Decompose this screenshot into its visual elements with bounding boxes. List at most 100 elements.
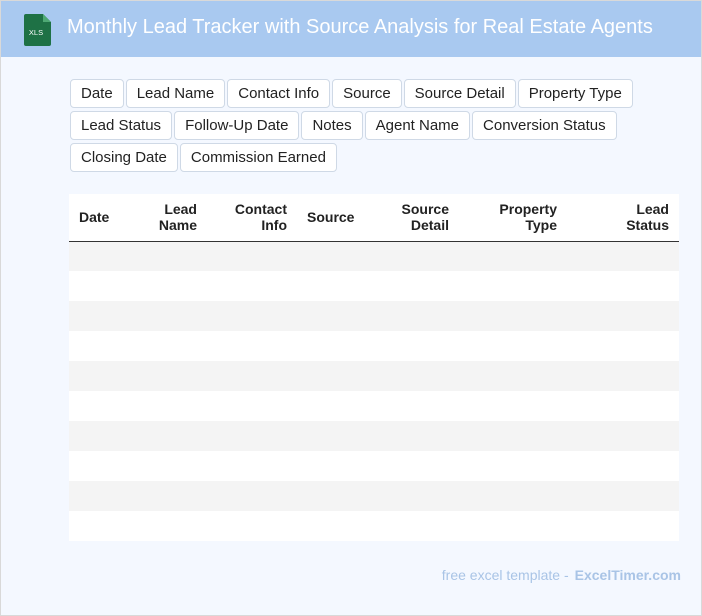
table-cell[interactable] — [459, 301, 567, 331]
table-cell[interactable] — [297, 451, 361, 481]
table-cell[interactable] — [297, 241, 361, 271]
table-row — [69, 271, 679, 301]
table-cell[interactable] — [69, 481, 135, 511]
chip-row-3: Closing Date Commission Earned — [70, 143, 640, 175]
table-cell[interactable] — [69, 421, 135, 451]
table-row — [69, 301, 679, 331]
table-cell[interactable] — [361, 361, 459, 391]
footer-brand-link[interactable]: ExcelTimer.com — [575, 567, 681, 583]
table-cell[interactable] — [567, 511, 679, 541]
table-cell[interactable] — [207, 421, 297, 451]
col-header-date: Date — [79, 209, 110, 226]
table-cell[interactable] — [207, 391, 297, 421]
chip-agent-name[interactable]: Agent Name — [364, 111, 471, 140]
table-cell[interactable] — [69, 391, 135, 421]
table-cell[interactable] — [361, 241, 459, 271]
table-cell[interactable] — [459, 451, 567, 481]
chip-date[interactable]: Date — [70, 79, 124, 108]
table-cell[interactable] — [567, 451, 679, 481]
table-cell[interactable] — [207, 511, 297, 541]
col-header-lead-status: Lead Status — [626, 201, 669, 234]
table-cell[interactable] — [69, 271, 135, 301]
table-cell[interactable] — [207, 301, 297, 331]
chip-lead-name[interactable]: Lead Name — [125, 79, 226, 108]
field-chips: Date Lead Name Contact Info Source Source De… — [70, 79, 640, 175]
table-cell[interactable] — [69, 301, 135, 331]
table-row — [69, 451, 679, 481]
table-cell[interactable] — [567, 241, 679, 271]
chip-source[interactable]: Source — [332, 79, 402, 108]
table-cell[interactable] — [69, 331, 135, 361]
table-cell[interactable] — [459, 391, 567, 421]
table-cell[interactable] — [361, 391, 459, 421]
table-cell[interactable] — [69, 241, 135, 271]
table-cell[interactable] — [567, 481, 679, 511]
table-cell[interactable] — [567, 331, 679, 361]
table-row — [69, 241, 679, 271]
table-cell[interactable] — [69, 511, 135, 541]
table-cell[interactable] — [297, 391, 361, 421]
table-cell[interactable] — [459, 241, 567, 271]
chip-conversion-status[interactable]: Conversion Status — [472, 111, 617, 140]
table-cell[interactable] — [207, 331, 297, 361]
table-cell[interactable] — [361, 451, 459, 481]
chip-property-type[interactable]: Property Type — [517, 79, 633, 108]
chip-lead-status[interactable]: Lead Status — [70, 111, 173, 140]
table-cell[interactable] — [297, 271, 361, 301]
chip-notes[interactable]: Notes — [301, 111, 363, 140]
table-cell[interactable] — [567, 271, 679, 301]
table-cell[interactable] — [361, 271, 459, 301]
footer-prefix: free excel template - — [441, 567, 569, 583]
table-cell[interactable] — [207, 241, 297, 271]
table-cell[interactable] — [297, 301, 361, 331]
table-cell[interactable] — [567, 301, 679, 331]
page: XLS Monthly Lead Tracker with Source Ana… — [0, 0, 702, 616]
table-cell[interactable] — [459, 481, 567, 511]
table-cell[interactable] — [135, 241, 207, 271]
table-cell[interactable] — [459, 421, 567, 451]
chip-follow-up-date[interactable]: Follow-Up Date — [174, 111, 300, 140]
table-cell[interactable] — [135, 421, 207, 451]
table-cell[interactable] — [361, 301, 459, 331]
table-cell[interactable] — [135, 361, 207, 391]
table-cell[interactable] — [459, 271, 567, 301]
table-cell[interactable] — [207, 481, 297, 511]
table-body — [69, 241, 679, 541]
table-cell[interactable] — [135, 451, 207, 481]
table-cell[interactable] — [297, 481, 361, 511]
table-cell[interactable] — [567, 421, 679, 451]
table-cell[interactable] — [361, 331, 459, 361]
table-cell[interactable] — [567, 391, 679, 421]
table-cell[interactable] — [135, 511, 207, 541]
table-cell[interactable] — [361, 421, 459, 451]
footer-credit: free excel template - ExcelTimer.com — [442, 567, 681, 583]
table-cell[interactable] — [135, 481, 207, 511]
col-header-lead-name: Lead Name — [158, 201, 197, 234]
chip-closing-date[interactable]: Closing Date — [70, 143, 178, 172]
table-cell[interactable] — [297, 421, 361, 451]
table-cell[interactable] — [459, 511, 567, 541]
table-cell[interactable] — [207, 361, 297, 391]
col-header-property-type: Property Type — [499, 201, 557, 234]
table-cell[interactable] — [297, 331, 361, 361]
table-cell[interactable] — [207, 271, 297, 301]
table-cell[interactable] — [361, 511, 459, 541]
table-cell[interactable] — [459, 361, 567, 391]
table-cell[interactable] — [135, 301, 207, 331]
table-cell[interactable] — [297, 361, 361, 391]
table-cell[interactable] — [567, 361, 679, 391]
table-cell[interactable] — [459, 331, 567, 361]
table-row — [69, 421, 679, 451]
table-cell[interactable] — [69, 361, 135, 391]
table-cell[interactable] — [297, 511, 361, 541]
table-cell[interactable] — [207, 451, 297, 481]
chip-commission-earned[interactable]: Commission Earned — [179, 143, 337, 172]
table-cell[interactable] — [135, 391, 207, 421]
table-cell[interactable] — [361, 481, 459, 511]
table-cell[interactable] — [135, 271, 207, 301]
table-cell[interactable] — [135, 331, 207, 361]
table-row — [69, 511, 679, 541]
chip-contact-info[interactable]: Contact Info — [227, 79, 331, 108]
table-cell[interactable] — [69, 451, 135, 481]
chip-source-detail[interactable]: Source Detail — [403, 79, 516, 108]
